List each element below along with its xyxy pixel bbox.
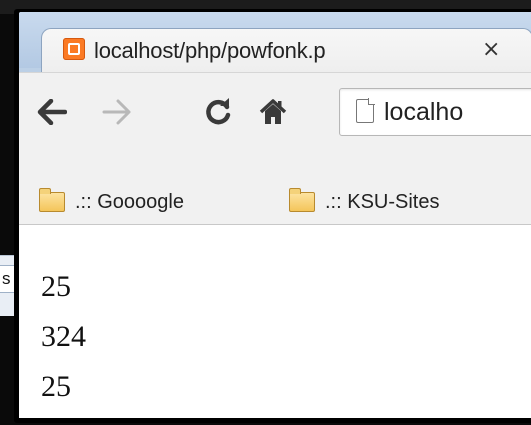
- forward-arrow-icon[interactable]: [100, 95, 134, 129]
- bookmark-ksu-sites[interactable]: .:: KSU-Sites: [289, 180, 439, 224]
- reload-icon[interactable]: [201, 95, 235, 129]
- tab-close-icon[interactable]: ×: [482, 37, 500, 62]
- output-line: 324: [41, 320, 86, 353]
- output-line: 25: [41, 370, 71, 403]
- bookmark-goooogle[interactable]: .:: Goooogle: [39, 180, 184, 224]
- folder-icon: [39, 188, 65, 212]
- bookmark-label: .:: Goooogle: [75, 190, 184, 213]
- url-text: localho: [384, 98, 464, 126]
- page-icon: [356, 98, 375, 123]
- back-arrow-icon[interactable]: [35, 95, 69, 129]
- output-line: 25: [41, 270, 71, 303]
- home-icon[interactable]: [256, 95, 290, 129]
- folder-icon: [289, 188, 315, 212]
- bookmark-label: .:: KSU-Sites: [325, 190, 440, 213]
- toolbar: localho: [19, 72, 531, 181]
- page-content: 25 324 25: [19, 225, 531, 418]
- address-bar[interactable]: localho: [339, 88, 531, 136]
- tab-title: localhost/php/powfonk.p: [94, 38, 326, 63]
- bookmarks-bar: .:: Goooogle .:: KSU-Sites: [19, 180, 531, 225]
- xampp-favicon-icon: [63, 38, 85, 60]
- browser-frame: localhost/php/powfonk.p × localho .:: Go…: [19, 12, 531, 418]
- browser-window: localhost/php/powfonk.p × localho .:: Go…: [14, 9, 531, 423]
